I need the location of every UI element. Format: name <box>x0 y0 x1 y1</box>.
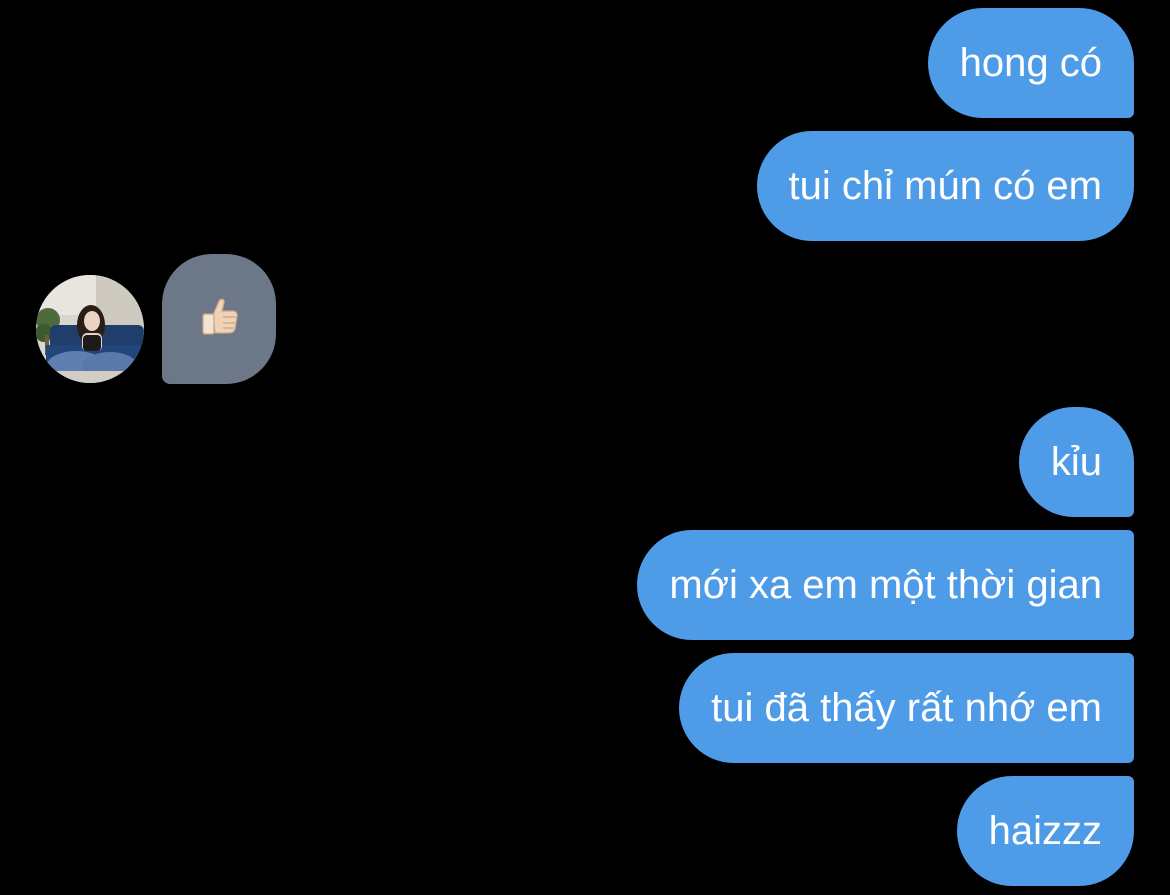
message-text: hong có <box>959 41 1102 85</box>
thumbs-up-icon <box>197 295 241 344</box>
avatar-photo <box>36 275 144 383</box>
message-text: mới xa em một thời gian <box>669 563 1102 607</box>
message-bubble-outgoing[interactable]: mới xa em một thời gian <box>637 530 1134 640</box>
message-text: haizzz <box>988 809 1102 853</box>
message-text: tui chỉ mún có em <box>788 164 1102 208</box>
avatar[interactable] <box>36 275 144 383</box>
message-bubble-outgoing[interactable]: kỉu <box>1018 407 1134 517</box>
message-bubble-outgoing[interactable]: haizzz <box>956 776 1134 886</box>
message-text: tui đã thấy rất nhớ em <box>711 686 1102 730</box>
message-bubble-outgoing[interactable]: hong có <box>927 8 1134 118</box>
message-bubble-outgoing[interactable]: tui chỉ mún có em <box>756 131 1134 241</box>
message-bubble-outgoing[interactable]: tui đã thấy rất nhớ em <box>679 653 1134 763</box>
message-text: kỉu <box>1050 440 1102 484</box>
message-bubble-incoming[interactable] <box>162 254 276 384</box>
